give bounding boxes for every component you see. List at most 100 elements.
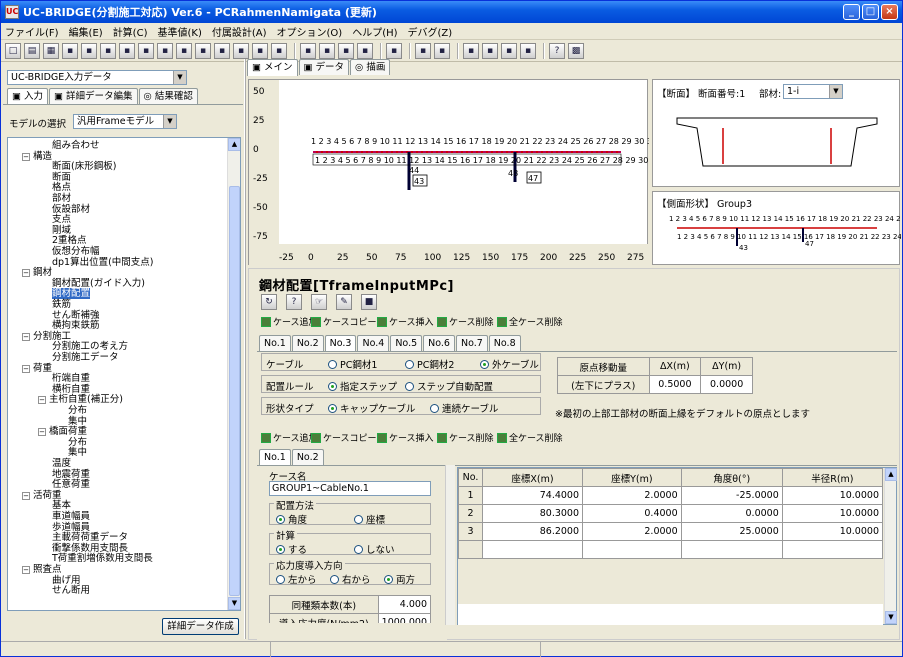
tab-data[interactable]: ▣ データ: [298, 59, 350, 75]
detail-data-create-button[interactable]: 詳細データ作成: [162, 618, 239, 635]
pen-icon[interactable]: ✎: [336, 294, 352, 310]
collapse-icon[interactable]: −: [22, 269, 30, 278]
minimize-button[interactable]: _: [843, 4, 860, 20]
collapse-icon[interactable]: −: [22, 364, 30, 373]
shape-opt-1[interactable]: キャップケーブル: [328, 401, 415, 415]
menu-help[interactable]: ヘルプ(H): [352, 24, 397, 39]
tab-result[interactable]: ◎ 結果確認: [138, 88, 198, 104]
bar-icon[interactable]: ▪: [386, 42, 402, 59]
coord-cell[interactable]: 0.4000: [582, 504, 682, 523]
coord-cell[interactable]: 80.3000: [481, 504, 584, 523]
tool4-icon[interactable]: ▪: [520, 42, 536, 59]
tree-item[interactable]: 集中: [68, 416, 87, 427]
new-icon[interactable]: □: [5, 42, 21, 59]
coord-table-scrollbar[interactable]: ▲ ▼: [884, 468, 897, 624]
coord-cell[interactable]: 2.0000: [582, 522, 682, 541]
scroll-thumb[interactable]: [229, 186, 240, 596]
calc-opt-no[interactable]: しない: [354, 542, 395, 556]
tree-item[interactable]: 分割施工データ: [52, 352, 119, 363]
tab-no_tabs-1[interactable]: No.2: [291, 335, 324, 351]
save-icon[interactable]: ▦: [43, 42, 59, 59]
tab-draw[interactable]: ◎ 描画: [350, 59, 391, 75]
coord-cell[interactable]: 25.0000: [680, 522, 783, 541]
tree-item[interactable]: 支点: [52, 214, 71, 225]
rule-opt-2[interactable]: ステップ自動配置: [405, 379, 493, 393]
rule-opt-1[interactable]: 指定ステップ: [328, 379, 397, 393]
tree-item[interactable]: 車道幅員: [52, 511, 90, 522]
calc1-icon[interactable]: ▪: [176, 42, 192, 59]
same-count-value[interactable]: 4.000: [377, 595, 432, 614]
maximize-button[interactable]: □: [862, 4, 879, 20]
tree-item[interactable]: − 主桁自重(補正分): [38, 394, 123, 405]
section-view[interactable]: 【断面】 断面番号:1 部材: 1-i ▼: [652, 79, 900, 187]
tab-no_tabs-3[interactable]: No.4: [357, 335, 390, 351]
tree-item[interactable]: 部材: [52, 193, 71, 204]
collapse-icon[interactable]: −: [38, 396, 46, 405]
case-btn-1[interactable]: ケースコピー: [311, 431, 377, 444]
table-row[interactable]: 3 86.2000 2.0000 25.0000 10.0000: [458, 522, 884, 541]
tree-item[interactable]: 基本: [52, 500, 71, 511]
tab-sub_tabs-1[interactable]: No.2: [291, 449, 324, 465]
coord-cell[interactable]: 0.0000: [680, 504, 783, 523]
model-dropdown[interactable]: 汎用Frameモデル ▼: [73, 114, 177, 129]
calc4-icon[interactable]: ▪: [233, 42, 249, 59]
menu-calc[interactable]: 計算(C): [113, 24, 148, 39]
calc3-icon[interactable]: ▪: [214, 42, 230, 59]
refresh-icon[interactable]: ↻: [261, 294, 277, 310]
tree-item[interactable]: せん断補強: [52, 310, 100, 321]
case-btn-3[interactable]: ケース削除: [437, 431, 494, 444]
tree-item[interactable]: 格点: [52, 182, 71, 193]
tab-no_tabs-0[interactable]: No.1: [259, 335, 291, 351]
tree-item[interactable]: 組み合わせ: [52, 140, 100, 151]
case-btn-2[interactable]: ケース挿入: [377, 315, 434, 328]
tree-item[interactable]: T荷重割増係数用支間長: [52, 553, 153, 564]
print3-icon[interactable]: ▪: [119, 42, 135, 59]
tab-no_tabs-5[interactable]: No.6: [423, 335, 455, 351]
grid3-icon[interactable]: ▪: [338, 42, 354, 59]
grid4-icon[interactable]: ▪: [357, 42, 373, 59]
table-row[interactable]: 1 74.4000 2.0000 -25.0000 10.0000: [458, 486, 884, 505]
side-shape-view[interactable]: 【側面形状】 Group3 1 2 3 4 5 6 7 8 9 10 11 12…: [652, 191, 901, 265]
preview-icon[interactable]: ▪: [81, 42, 97, 59]
frame-model-view[interactable]: 50 25 0 -25 -50 -75 -25 0 25 50 75 100 125 150 175 200…: [248, 79, 772, 266]
pointer-icon[interactable]: ☞: [311, 294, 327, 310]
tree-item[interactable]: 桁端自重: [52, 373, 90, 384]
beam2-icon[interactable]: ▪: [434, 42, 450, 59]
tree-item[interactable]: − 構造: [22, 151, 52, 162]
coord-cell[interactable]: 2.0000: [582, 486, 682, 505]
tool3-icon[interactable]: ▪: [501, 42, 517, 59]
tab-detail-edit[interactable]: ▣ 詳細データ編集: [49, 88, 138, 104]
tree-item[interactable]: − 荷重: [22, 363, 52, 374]
collapse-icon[interactable]: −: [22, 566, 30, 574]
tree-item[interactable]: dp1算出位置(中間支点): [52, 257, 154, 268]
print-icon[interactable]: ▪: [62, 42, 78, 59]
case-btn-0[interactable]: ケース追加: [261, 315, 318, 328]
shape-opt-2[interactable]: 連続ケーブル: [430, 401, 498, 415]
menu-debug[interactable]: デバグ(Z): [408, 24, 453, 39]
coord-table[interactable]: No. 座標X(m) 座標Y(m) 角度θ(°) 半径R(m) 1 74.4000 2.000…: [458, 468, 884, 559]
coord-cell[interactable]: -25.0000: [680, 486, 783, 505]
about-icon[interactable]: ▩: [568, 42, 584, 59]
collapse-icon[interactable]: −: [22, 332, 30, 341]
calc5-icon[interactable]: ▪: [252, 42, 268, 59]
collapse-icon[interactable]: −: [22, 491, 30, 500]
left-form-scrollbar[interactable]: [445, 465, 455, 625]
import-icon[interactable]: ▪: [157, 42, 173, 59]
stress-opt-left[interactable]: 左から: [276, 572, 317, 586]
origin-dy[interactable]: 0.0000: [700, 375, 753, 394]
tree-item[interactable]: − 照査点: [22, 564, 62, 575]
cable-opt-1[interactable]: PC鋼材1: [328, 357, 377, 371]
menu-option[interactable]: オプション(O): [277, 24, 343, 39]
coord-cell[interactable]: 10.0000: [781, 522, 884, 541]
cable-opt-2[interactable]: PC鋼材2: [405, 357, 454, 371]
collapse-icon[interactable]: −: [38, 428, 46, 437]
tree-item[interactable]: 主載荷荷重データ: [52, 532, 128, 543]
place-opt-coord[interactable]: 座標: [354, 512, 385, 526]
scroll-down-icon[interactable]: ▼: [885, 611, 897, 624]
tab-no_tabs-6[interactable]: No.7: [455, 335, 488, 351]
coord-cell[interactable]: 10.0000: [781, 486, 884, 505]
case-btn-2[interactable]: ケース挿入: [377, 431, 434, 444]
grid1-icon[interactable]: ▪: [300, 42, 316, 59]
tree-item[interactable]: − 橋面荷重: [38, 426, 87, 437]
case-btn-0[interactable]: ケース追加: [261, 431, 318, 444]
